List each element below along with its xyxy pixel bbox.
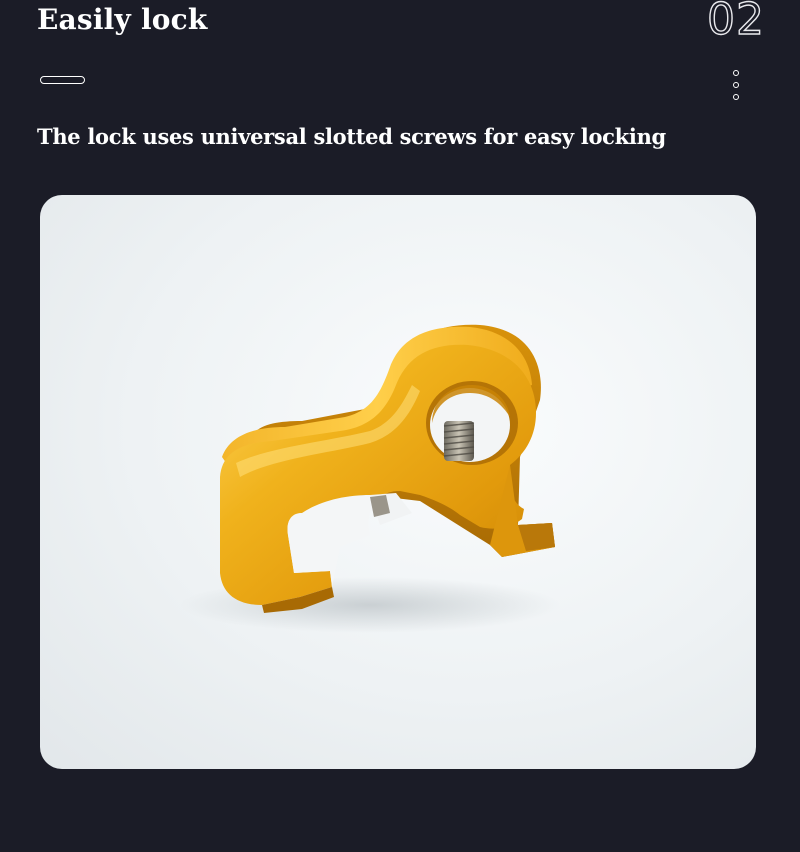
dot-icon: [733, 82, 739, 88]
section-number: 02: [706, 0, 765, 46]
dot-icon: [733, 94, 739, 100]
dot-icon: [733, 70, 739, 76]
product-photo: [40, 195, 756, 769]
screw-thread: [443, 421, 475, 461]
pill-divider-icon: [40, 76, 85, 84]
section-description: The lock uses universal slotted screws f…: [37, 124, 666, 149]
gold-lock-clamp-illustration: [180, 324, 560, 633]
page-title: Easily lock: [37, 3, 208, 36]
vertical-dots-icon: [733, 70, 743, 104]
